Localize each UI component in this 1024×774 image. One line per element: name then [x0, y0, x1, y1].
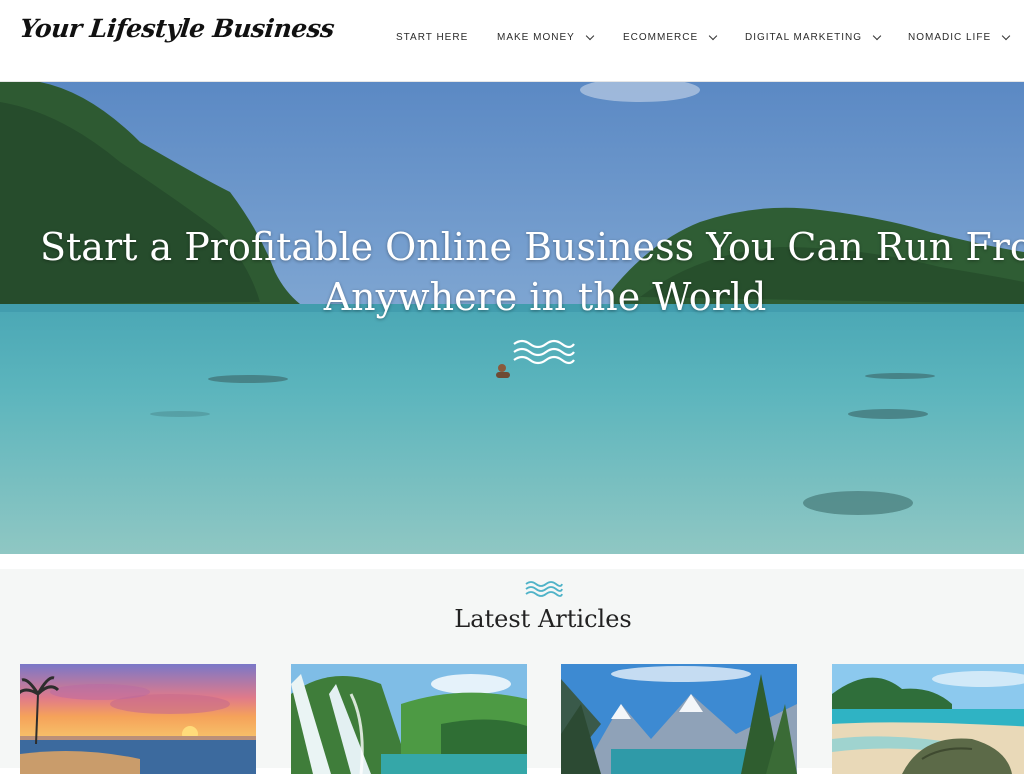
article-card[interactable]	[20, 664, 256, 774]
mountain-lake-image	[561, 664, 797, 774]
nav-item-label: MAKE MONEY	[497, 32, 575, 43]
chevron-down-icon	[1001, 31, 1011, 41]
article-card[interactable]	[832, 664, 1024, 774]
chevron-down-icon	[872, 31, 882, 41]
waves-icon	[513, 339, 575, 365]
article-card[interactable]	[561, 664, 797, 774]
hero-title-line1: Start a Profitable Online Business You C…	[40, 225, 1024, 269]
main-nav: START HERE MAKE MONEY ECOMMERCE DIGITAL …	[0, 0, 1024, 82]
nav-item-ecommerce[interactable]: ECOMMERCE	[623, 31, 718, 43]
nav-item-digital-marketing[interactable]: DIGITAL MARKETING	[745, 31, 882, 43]
chevron-down-icon	[708, 31, 718, 41]
article-card[interactable]	[291, 664, 527, 774]
site-header: Your Lifestyle Business START HERE MAKE …	[0, 0, 1024, 82]
nav-item-start-here[interactable]: START HERE	[396, 32, 468, 43]
nav-item-label: ECOMMERCE	[623, 32, 699, 43]
hero-banner: Start a Profitable Online Business You C…	[0, 82, 1024, 554]
latest-articles-section: Latest Articles	[0, 569, 1024, 774]
sunset-beach-image	[20, 664, 256, 774]
nav-item-label: NOMADIC LIFE	[908, 32, 992, 43]
nav-item-make-money[interactable]: MAKE MONEY	[497, 31, 595, 43]
nav-item-nomadic-life[interactable]: NOMADIC LIFE	[908, 31, 1011, 43]
chevron-down-icon	[585, 31, 595, 41]
nav-item-label: START HERE	[396, 32, 469, 43]
hero-title-line2: Anywhere in the World	[323, 275, 767, 319]
hero-title: Start a Profitable Online Business You C…	[40, 222, 1024, 322]
section-title: Latest Articles	[454, 605, 632, 633]
waves-icon	[525, 581, 563, 597]
tropical-beach-image	[832, 664, 1024, 774]
nav-item-label: DIGITAL MARKETING	[745, 32, 863, 43]
waterfall-image	[291, 664, 527, 774]
